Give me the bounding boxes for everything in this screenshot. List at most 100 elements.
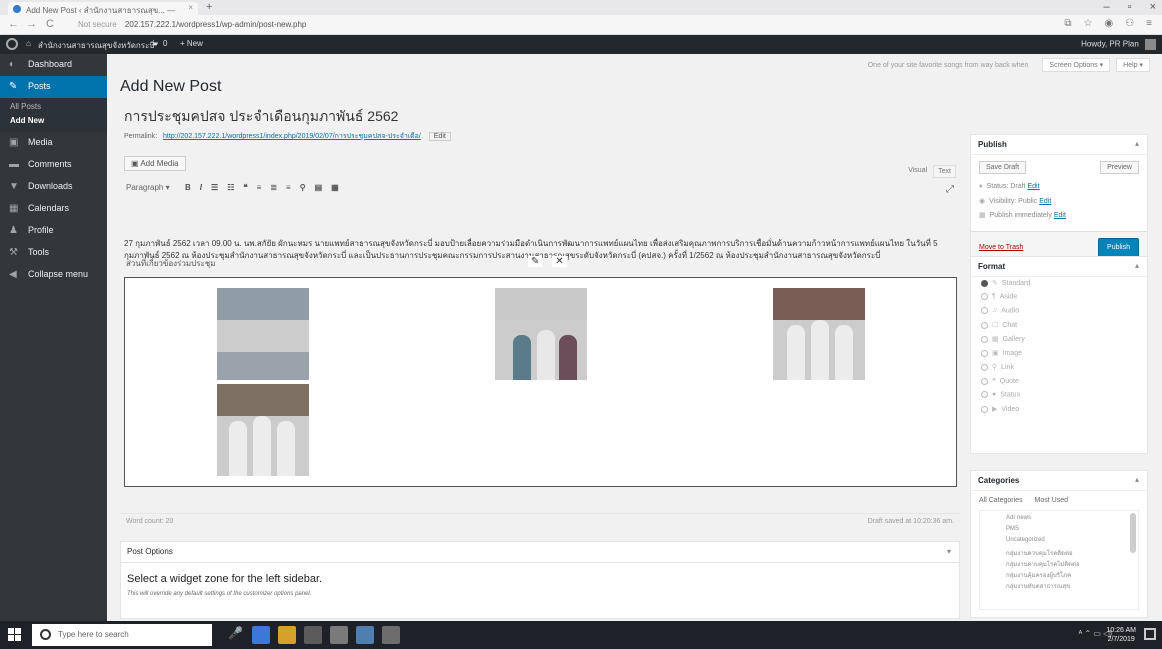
app-icon[interactable] bbox=[356, 626, 374, 644]
site-name-link[interactable]: สำนักงานสาธารณสุขจังหวัดกระบี่ bbox=[38, 39, 154, 52]
new-content-link[interactable]: + New bbox=[180, 39, 203, 48]
link-icon[interactable]: ⚲ bbox=[300, 183, 306, 192]
star-icon[interactable]: ☆ bbox=[1083, 18, 1092, 29]
submenu-add-new[interactable]: Add New bbox=[0, 115, 107, 129]
back-icon[interactable]: ← bbox=[8, 18, 19, 30]
gallery-thumbnail[interactable] bbox=[495, 288, 587, 380]
edge-icon[interactable] bbox=[252, 626, 270, 644]
format-box-header[interactable]: Format ▴ bbox=[971, 257, 1147, 277]
menu-icon[interactable]: ≡ bbox=[1146, 18, 1152, 29]
gallery-thumbnail[interactable] bbox=[217, 288, 309, 380]
category-item[interactable]: กลุ่มงานคุ้มครองผู้บริโภค bbox=[1006, 570, 1130, 581]
align-left-icon[interactable]: ≡ bbox=[257, 183, 262, 192]
maximize-icon[interactable]: ▫ bbox=[1128, 1, 1132, 13]
format-option[interactable]: ⚲ Link bbox=[971, 361, 1147, 375]
scrollbar[interactable] bbox=[1130, 513, 1136, 553]
gallery-block[interactable] bbox=[124, 277, 957, 487]
radio-button[interactable] bbox=[981, 377, 988, 385]
format-option[interactable]: ● Status bbox=[971, 389, 1147, 403]
edit-pencil-icon[interactable]: ✎ bbox=[528, 256, 543, 267]
home-icon[interactable]: ⌂ bbox=[26, 39, 31, 48]
bold-icon[interactable]: B bbox=[185, 183, 191, 192]
save-draft-button[interactable]: Save Draft bbox=[979, 161, 1027, 174]
forward-icon[interactable]: → bbox=[26, 18, 37, 30]
align-center-icon[interactable]: ≣ bbox=[270, 183, 277, 192]
italic-icon[interactable]: I bbox=[200, 183, 202, 192]
menu-media[interactable]: ▣ Media bbox=[0, 132, 107, 154]
format-option[interactable]: ♫ Audio bbox=[971, 305, 1147, 319]
menu-downloads[interactable]: ▼ Downloads bbox=[0, 176, 107, 198]
numbered-list-icon[interactable]: ☷ bbox=[227, 183, 234, 192]
photos-icon[interactable] bbox=[330, 626, 348, 644]
menu-dashboard[interactable]: ◐ Dashboard bbox=[0, 54, 107, 76]
add-media-button[interactable]: ▣ Add Media bbox=[124, 156, 186, 171]
translate-icon[interactable]: ⧉ bbox=[1064, 18, 1071, 29]
radio-button[interactable] bbox=[981, 321, 988, 329]
edit-status-link[interactable]: Edit bbox=[1027, 183, 1039, 190]
permalink-edit-button[interactable]: Edit bbox=[428, 132, 451, 141]
account-menu[interactable]: Howdy, PR Plan bbox=[1081, 39, 1156, 50]
remove-gallery-icon[interactable]: ✕ bbox=[552, 256, 567, 267]
windows-start-icon[interactable] bbox=[8, 628, 22, 642]
comment-bubble-icon[interactable]: ▰ bbox=[152, 39, 158, 48]
gallery-thumbnail[interactable] bbox=[773, 288, 865, 380]
menu-profile[interactable]: ♟ Profile bbox=[0, 220, 107, 242]
format-option[interactable]: ✎ Standard bbox=[971, 277, 1147, 291]
toggle-arrow-icon[interactable]: ▴ bbox=[1135, 261, 1139, 270]
categories-checklist[interactable]: Adr news PMS Uncategorized กลุ่มงานควบคุมโร… bbox=[979, 510, 1139, 610]
publish-box-header[interactable]: Publish ▴ bbox=[971, 135, 1147, 155]
radio-button[interactable] bbox=[981, 293, 988, 300]
radio-button[interactable] bbox=[981, 363, 988, 371]
close-icon[interactable]: × bbox=[188, 3, 193, 12]
profile-icon[interactable]: ⚇ bbox=[1125, 18, 1134, 29]
read-more-icon[interactable]: ▤ bbox=[315, 183, 323, 192]
edit-visibility-link[interactable]: Edit bbox=[1039, 198, 1051, 205]
menu-tools[interactable]: ⚒ Tools bbox=[0, 242, 107, 264]
comments-count[interactable]: 0 bbox=[163, 39, 167, 48]
browser-tab[interactable]: Add New Post ‹ สำนักงานสาธารณสุข... — × bbox=[8, 2, 198, 15]
menu-posts[interactable]: ✎ Posts bbox=[0, 76, 107, 98]
submenu-all-posts[interactable]: All Posts bbox=[0, 101, 107, 115]
toggle-arrow-icon[interactable]: ▴ bbox=[1135, 475, 1139, 484]
mic-icon[interactable]: 🎤 bbox=[228, 626, 246, 644]
tab-most-used[interactable]: Most Used bbox=[1035, 497, 1068, 504]
reload-icon[interactable]: C bbox=[46, 18, 54, 30]
fullscreen-icon[interactable]: ⤢ bbox=[946, 184, 954, 195]
post-title-input[interactable]: การประชุมคปสจ ประจำเดือนกุมภาพันธ์ 2562 bbox=[120, 104, 960, 126]
permalink-link[interactable]: http://202.157.222.1/wordpress1/index.ph… bbox=[163, 133, 421, 140]
extension-icon[interactable]: ◉ bbox=[1104, 18, 1113, 29]
category-item[interactable]: Adr news bbox=[1006, 515, 1130, 526]
align-right-icon[interactable]: ≡ bbox=[286, 183, 291, 192]
category-item[interactable]: กลุ่มงานควบคุมโรคไม่ติดต่อ bbox=[1006, 559, 1130, 570]
new-tab-button[interactable]: + bbox=[206, 1, 212, 13]
radio-button[interactable] bbox=[981, 349, 988, 357]
tab-visual[interactable]: Visual bbox=[904, 165, 931, 178]
format-option[interactable]: ▦ Gallery bbox=[971, 333, 1147, 347]
chrome-icon[interactable] bbox=[304, 626, 322, 644]
category-item[interactable]: Uncategorized bbox=[1006, 537, 1130, 548]
category-item[interactable]: PMS bbox=[1006, 526, 1130, 537]
publish-button[interactable]: Publish bbox=[1098, 238, 1139, 257]
radio-button[interactable] bbox=[981, 405, 988, 413]
screen-options-button[interactable]: Screen Options ▾ bbox=[1042, 58, 1111, 72]
paragraph-format-select[interactable]: Paragraph ▾ bbox=[126, 183, 176, 192]
file-explorer-icon[interactable] bbox=[278, 626, 296, 644]
tab-text[interactable]: Text bbox=[933, 165, 956, 178]
blockquote-icon[interactable]: ❝ bbox=[243, 183, 247, 192]
toggle-arrow-icon[interactable]: ▴ bbox=[1135, 139, 1139, 148]
format-option[interactable]: ❝ Quote bbox=[971, 375, 1147, 389]
taskbar-search-input[interactable]: Type here to search bbox=[32, 624, 212, 646]
radio-button[interactable] bbox=[981, 307, 988, 314]
bullet-list-icon[interactable]: ☰ bbox=[211, 183, 218, 192]
move-to-trash-link[interactable]: Move to Trash bbox=[979, 244, 1023, 251]
wordpress-logo-icon[interactable] bbox=[6, 38, 18, 50]
minimize-icon[interactable]: – bbox=[1104, 1, 1110, 13]
radio-button[interactable] bbox=[981, 335, 988, 343]
category-item[interactable]: กลุ่มงานควบคุมโรคติดต่อ bbox=[1006, 548, 1130, 559]
tab-all-categories[interactable]: All Categories bbox=[979, 497, 1023, 504]
menu-comments[interactable]: ▬ Comments bbox=[0, 154, 107, 176]
format-option[interactable]: ☐ Chat bbox=[971, 319, 1147, 333]
window-close-icon[interactable]: × bbox=[1150, 1, 1156, 13]
menu-calendars[interactable]: ▦ Calendars bbox=[0, 198, 107, 220]
taskbar-clock[interactable]: 10:26 AM 2/7/2019 bbox=[1106, 626, 1136, 644]
